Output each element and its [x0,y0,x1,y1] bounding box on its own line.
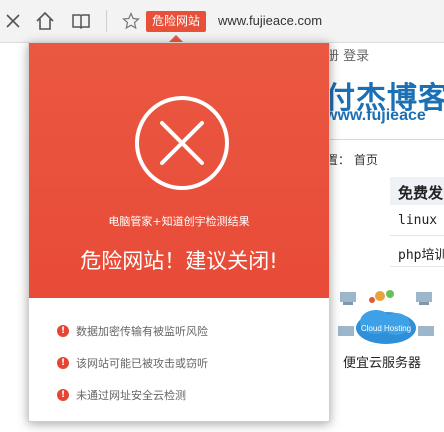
alert-icon: ! [57,389,69,401]
risk-item: ! 数据加密传输有被监听风险 [57,323,208,339]
danger-site-badge[interactable]: 危险网站 [146,11,207,32]
risk-item: ! 该网站可能已被攻击或窃听 [57,355,208,371]
browser-toolbar: 危险网站 www.fujieace.com [0,0,444,43]
popup-header: 电脑管家+知道创宇检测结果 危险网站！建议关闭! [29,43,329,298]
risk-item: ! 未通过网址安全云检测 [57,387,186,403]
breadcrumb: 置： 首页 [326,153,378,167]
list-item[interactable]: php培训 [390,238,444,267]
address-bar-url[interactable]: www.fujieace.com [218,13,322,28]
alert-icon: ! [57,325,69,337]
divider [325,139,444,140]
detection-source: 电脑管家+知道创宇检测结果 [108,215,250,228]
home-icon[interactable] [32,8,58,34]
reading-view-icon[interactable] [68,8,94,34]
danger-close-icon [135,96,229,190]
site-logo-url: www.fujieace [325,107,426,124]
danger-headline: 危险网站！建议关闭! [80,249,278,273]
cloud-badge-text: Cloud Hosting [361,324,411,333]
login-links[interactable]: 册 登录 [326,45,369,64]
security-warning-popup: 电脑管家+知道创宇检测结果 危险网站！建议关闭! ! 数据加密传输有被监听风险 … [28,42,330,422]
close-icon[interactable] [0,8,26,34]
star-icon[interactable] [118,8,144,34]
list-item[interactable]: linux [390,207,444,236]
alert-icon: ! [57,357,69,369]
section-title: 免费发 [398,184,444,202]
cloud-server-link[interactable]: 便宜云服务器 [343,352,421,371]
toolbar-divider [106,10,107,32]
